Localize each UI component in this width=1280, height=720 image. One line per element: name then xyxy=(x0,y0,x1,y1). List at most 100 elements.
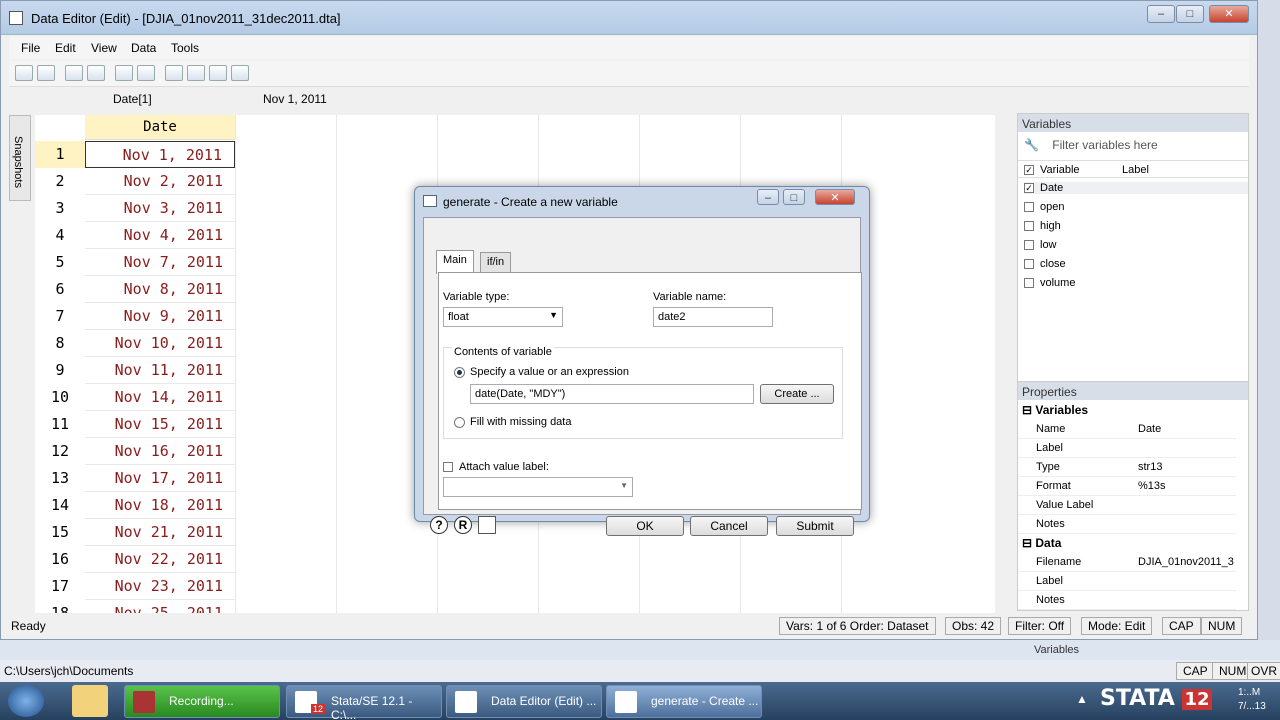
menu-tools[interactable]: Tools xyxy=(171,41,199,55)
property-row[interactable]: Value Label xyxy=(1018,496,1236,515)
task-data-editor[interactable]: Data Editor (Edit) ... xyxy=(446,685,602,718)
dialog-close-button[interactable]: ✕ xyxy=(815,189,855,205)
current-cell-value[interactable]: Nov 1, 2011 xyxy=(263,92,327,106)
dialog-maximize-button[interactable]: □ xyxy=(783,189,805,205)
table-cell[interactable]: Nov 25, 2011 xyxy=(85,600,235,613)
task-stata-main[interactable]: 12 Stata/SE 12.1 - C:\... xyxy=(286,685,442,720)
table-cell[interactable]: Nov 9, 2011 xyxy=(85,303,235,330)
property-row[interactable]: Name Date xyxy=(1018,420,1236,439)
variable-name-input[interactable]: date2 xyxy=(653,307,773,327)
dialog-minimize-button[interactable]: – xyxy=(757,189,779,205)
table-cell[interactable]: Nov 14, 2011 xyxy=(85,384,235,411)
table-cell[interactable]: Nov 21, 2011 xyxy=(85,519,235,546)
property-row[interactable]: Label xyxy=(1018,439,1236,458)
row-number[interactable]: 5 xyxy=(35,249,85,276)
ok-button[interactable]: OK xyxy=(606,516,684,536)
copy-icon[interactable] xyxy=(65,65,83,81)
table-cell[interactable]: Nov 22, 2011 xyxy=(85,546,235,573)
row-number[interactable]: 18 xyxy=(35,600,85,613)
row-number[interactable]: 14 xyxy=(35,492,85,519)
properties-section-data[interactable]: ⊟ Data xyxy=(1022,536,1061,550)
radio-missing[interactable] xyxy=(454,416,465,428)
property-row[interactable]: Type str13 xyxy=(1018,458,1236,477)
start-button[interactable] xyxy=(8,685,44,717)
variable-list-item[interactable]: low xyxy=(1024,239,1248,251)
table-cell[interactable]: Nov 8, 2011 xyxy=(85,276,235,303)
explorer-taskbar-icon[interactable] xyxy=(72,685,108,717)
table-cell[interactable]: Nov 3, 2011 xyxy=(85,195,235,222)
row-number[interactable]: 17 xyxy=(35,573,85,600)
table-cell[interactable]: Nov 15, 2011 xyxy=(85,411,235,438)
property-row[interactable]: Format %13s xyxy=(1018,477,1236,496)
variable-checkbox[interactable] xyxy=(1024,202,1034,213)
menu-edit[interactable]: Edit xyxy=(55,41,76,55)
table-cell[interactable]: Nov 10, 2011 xyxy=(85,330,235,357)
table-cell[interactable]: Nov 18, 2011 xyxy=(85,492,235,519)
filter-icon[interactable] xyxy=(165,65,183,81)
table-cell[interactable]: Nov 7, 2011 xyxy=(85,249,235,276)
grid-scrollbar[interactable] xyxy=(997,115,1011,613)
property-row[interactable]: Notes xyxy=(1018,515,1236,534)
table-cell[interactable]: Nov 1, 2011 xyxy=(85,141,235,168)
table-cell[interactable]: Nov 17, 2011 xyxy=(85,465,235,492)
attach-value-label-option[interactable]: Attach value label: xyxy=(443,461,549,473)
row-number[interactable]: 12 xyxy=(35,438,85,465)
snapshots-tab[interactable]: Snapshots xyxy=(9,115,31,201)
row-number[interactable]: 7 xyxy=(35,303,85,330)
paste-icon[interactable] xyxy=(87,65,105,81)
tray-arrow-icon[interactable]: ▲ xyxy=(1076,692,1088,706)
specify-value-option[interactable]: Specify a value or an expression xyxy=(454,366,629,378)
variable-list-item[interactable]: high xyxy=(1024,220,1248,232)
properties-icon[interactable] xyxy=(209,65,227,81)
properties-section-variables[interactable]: ⊟ Variables xyxy=(1022,403,1088,417)
submit-button[interactable]: Submit xyxy=(776,516,854,536)
table-cell[interactable]: Nov 11, 2011 xyxy=(85,357,235,384)
row-number[interactable]: 10 xyxy=(35,384,85,411)
expression-input[interactable]: date(Date, "MDY") xyxy=(470,384,754,404)
menu-view[interactable]: View xyxy=(91,41,117,55)
variable-checkbox[interactable] xyxy=(1024,278,1034,289)
maximize-button[interactable]: □ xyxy=(1176,5,1204,23)
browse-mode-icon[interactable] xyxy=(137,65,155,81)
variable-checkbox[interactable] xyxy=(1024,221,1034,232)
row-number[interactable]: 15 xyxy=(35,519,85,546)
variable-list-item[interactable]: close xyxy=(1024,258,1248,270)
row-number[interactable]: 6 xyxy=(35,276,85,303)
table-cell[interactable]: Nov 16, 2011 xyxy=(85,438,235,465)
row-number[interactable]: 16 xyxy=(35,546,85,573)
variables-icon[interactable] xyxy=(187,65,205,81)
variable-list-item[interactable]: open xyxy=(1024,201,1248,213)
column-header-date[interactable]: Date xyxy=(85,115,235,140)
variable-type-select[interactable]: float ▼ xyxy=(443,307,563,327)
variable-list-item[interactable]: volume xyxy=(1024,277,1248,289)
menu-file[interactable]: File xyxy=(21,41,40,55)
menu-data[interactable]: Data xyxy=(131,41,156,55)
table-cell[interactable]: Nov 23, 2011 xyxy=(85,573,235,600)
row-number[interactable]: 4 xyxy=(35,222,85,249)
help-icon[interactable]: ? xyxy=(430,516,448,534)
save-icon[interactable] xyxy=(37,65,55,81)
table-cell[interactable]: Nov 4, 2011 xyxy=(85,222,235,249)
row-number[interactable]: 11 xyxy=(35,411,85,438)
copy-command-icon[interactable] xyxy=(478,516,496,534)
create-button[interactable]: Create ... xyxy=(760,384,834,404)
row-number[interactable]: 13 xyxy=(35,465,85,492)
value-label-select[interactable]: ▼ xyxy=(443,477,633,497)
variable-list-item[interactable]: ✓ Date xyxy=(1024,182,1248,194)
radio-specify[interactable] xyxy=(454,366,465,378)
snapshots-icon[interactable] xyxy=(231,65,249,81)
task-generate-dialog[interactable]: generate - Create ... xyxy=(606,685,762,718)
row-number[interactable]: 9 xyxy=(35,357,85,384)
fill-missing-option[interactable]: Fill with missing data xyxy=(454,416,571,428)
row-number[interactable]: 2 xyxy=(35,168,85,195)
attach-value-label-checkbox[interactable] xyxy=(443,462,453,473)
variable-checkbox[interactable] xyxy=(1024,240,1034,251)
tab-main[interactable]: Main xyxy=(436,250,474,274)
row-number[interactable]: 8 xyxy=(35,330,85,357)
close-button[interactable]: ✕ xyxy=(1209,5,1249,23)
reset-icon[interactable]: R xyxy=(454,516,472,534)
minimize-button[interactable]: – xyxy=(1147,5,1175,23)
select-all-checkbox[interactable]: ✓ xyxy=(1024,165,1034,176)
row-number[interactable]: 3 xyxy=(35,195,85,222)
variable-checkbox[interactable]: ✓ xyxy=(1024,183,1034,194)
